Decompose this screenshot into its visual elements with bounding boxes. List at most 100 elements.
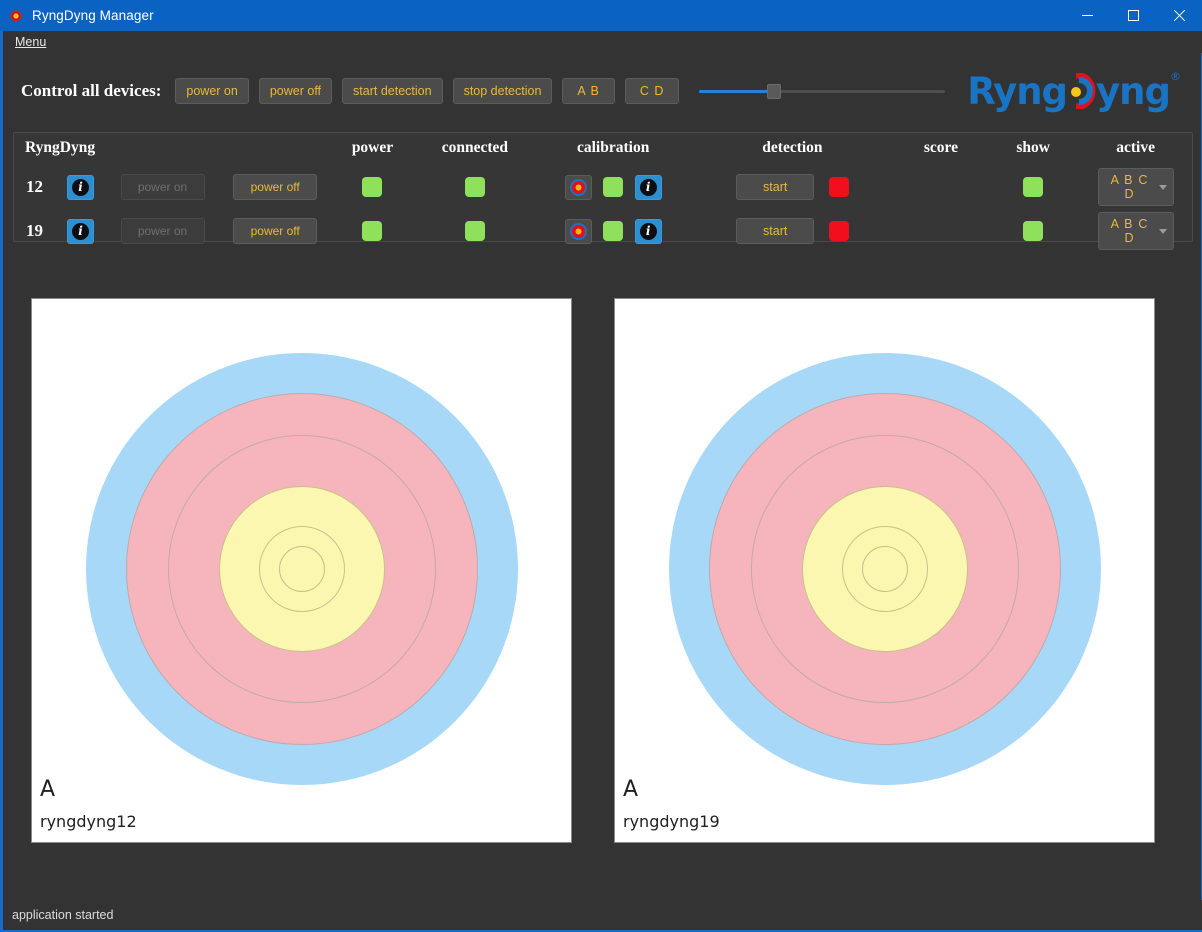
control-cd-button[interactable]: C D: [624, 77, 680, 105]
device-show-cell: [987, 165, 1079, 209]
ryngdyng-logo-icon: [8, 7, 24, 24]
menu-item-label: Menu: [15, 35, 47, 49]
power-status-led: [362, 177, 383, 197]
title-bar: RyngDyng Manager: [0, 0, 1202, 31]
connected-status-led: [464, 221, 485, 241]
logo-registered-mark: ®: [1170, 70, 1181, 83]
device-power-off-cell: power off: [219, 209, 332, 253]
device-connected-status-cell: [413, 209, 536, 253]
status-bar: application started: [3, 900, 1202, 930]
control-power-on-button[interactable]: power on: [175, 77, 249, 105]
device-power-on-button[interactable]: power on: [120, 218, 205, 244]
device-power-off-button[interactable]: power off: [233, 218, 318, 244]
calibration-info-button[interactable]: i: [634, 174, 662, 200]
table-row: 19 i power on power off i start A B C D: [14, 209, 1192, 253]
device-table-panel: RyngDyng power connected calibration det…: [13, 132, 1193, 250]
device-show-cell: [987, 209, 1079, 253]
info-icon: i: [72, 178, 90, 196]
device-power-status-cell: [332, 209, 414, 253]
slider-fill: [699, 90, 774, 93]
device-power-on-button[interactable]: power on: [120, 174, 205, 200]
detection-status-led: [828, 220, 849, 241]
control-ab-button[interactable]: A B: [562, 77, 615, 105]
control-power-off-button[interactable]: power off: [258, 77, 333, 105]
menu-bar: Menu: [3, 31, 1202, 53]
target-panel-ryngdyng19[interactable]: A ryngdyng19: [614, 298, 1155, 843]
target-panel-device-name: ryngdyng19: [623, 812, 720, 831]
device-detection-cell: start: [690, 209, 895, 253]
info-icon: i: [72, 222, 90, 240]
device-info-button[interactable]: i: [67, 218, 95, 244]
device-info-cell: i: [55, 209, 106, 253]
power-status-led: [362, 221, 383, 241]
logo-text-right: yng: [1096, 69, 1171, 113]
target-face: [85, 353, 518, 785]
slider-handle[interactable]: [767, 84, 782, 99]
control-stop-detection-button[interactable]: stop detection: [452, 77, 553, 105]
header-detection: detection: [762, 139, 823, 156]
target-ring-center: [861, 546, 908, 592]
control-all-devices-label: Control all devices:: [21, 81, 162, 100]
device-calibration-cell: i: [536, 209, 690, 253]
maximize-icon: [1127, 10, 1139, 21]
device-active-cell: A B C D: [1079, 209, 1192, 253]
header-power: power: [351, 139, 394, 156]
device-table-header-row: RyngDyng power connected calibration det…: [14, 133, 1192, 165]
calibration-target-button[interactable]: [564, 218, 592, 244]
logo-text-left: Ryng: [967, 69, 1068, 113]
calibration-status-led: [603, 221, 624, 241]
ryngdyng-brand-logo: Ryng yng ®: [967, 68, 1181, 114]
calibration-info-button[interactable]: i: [634, 218, 662, 244]
maximize-button[interactable]: [1110, 0, 1156, 31]
header-show: show: [1016, 139, 1050, 156]
info-icon: i: [639, 222, 657, 240]
logo-arc-icon: [1064, 72, 1098, 110]
menu-item-menu[interactable]: Menu: [9, 35, 52, 49]
target-panel-ryngdyng12[interactable]: A ryngdyng12: [31, 298, 572, 843]
header-calibration: calibration: [577, 139, 650, 156]
minimize-button[interactable]: [1064, 0, 1110, 31]
target-icon: [569, 178, 587, 196]
active-dropdown-value: A B C D: [1110, 217, 1149, 245]
device-calibration-cell: i: [536, 165, 690, 209]
target-ring-center: [278, 546, 325, 592]
header-ryngdyng: RyngDyng: [25, 139, 96, 156]
application-window: RyngDyng Manager Menu Control all device…: [0, 0, 1202, 932]
minimize-icon: [1081, 15, 1093, 16]
close-button[interactable]: [1156, 0, 1202, 31]
connected-status-led: [464, 177, 485, 197]
window-controls: [1064, 0, 1202, 31]
target-panel-letter: A: [40, 777, 56, 802]
header-active: active: [1116, 139, 1155, 156]
active-dropdown[interactable]: A B C D: [1097, 212, 1174, 250]
calibration-target-button[interactable]: [564, 174, 592, 200]
control-start-detection-button[interactable]: start detection: [342, 77, 443, 105]
logo-dot-icon: [1071, 87, 1082, 97]
device-score-cell: [895, 165, 987, 209]
header-score: score: [923, 139, 959, 156]
close-icon: [1173, 10, 1185, 22]
chevron-down-icon: [1158, 228, 1167, 234]
brightness-slider[interactable]: [699, 80, 946, 102]
device-table: RyngDyng power connected calibration det…: [14, 133, 1192, 253]
target-panel-device-name: ryngdyng12: [40, 812, 137, 831]
status-message: application started: [12, 908, 114, 922]
info-icon: i: [639, 178, 657, 196]
detection-start-button[interactable]: start: [736, 174, 815, 200]
detection-start-button[interactable]: start: [736, 218, 815, 244]
header-spacer-power-on: [106, 133, 219, 165]
active-dropdown[interactable]: A B C D: [1097, 168, 1174, 206]
show-status-led[interactable]: [1023, 177, 1044, 197]
device-power-on-cell: power on: [106, 209, 219, 253]
device-connected-status-cell: [413, 165, 536, 209]
target-icon: [569, 222, 587, 240]
device-power-status-cell: [332, 165, 414, 209]
calibration-status-led: [603, 177, 624, 197]
device-power-off-button[interactable]: power off: [233, 174, 318, 200]
show-status-led[interactable]: [1023, 221, 1044, 241]
target-face: [668, 353, 1101, 785]
header-spacer-power-off: [219, 133, 332, 165]
chevron-down-icon: [1158, 184, 1167, 190]
device-info-button[interactable]: i: [67, 174, 95, 200]
header-connected: connected: [441, 139, 509, 156]
